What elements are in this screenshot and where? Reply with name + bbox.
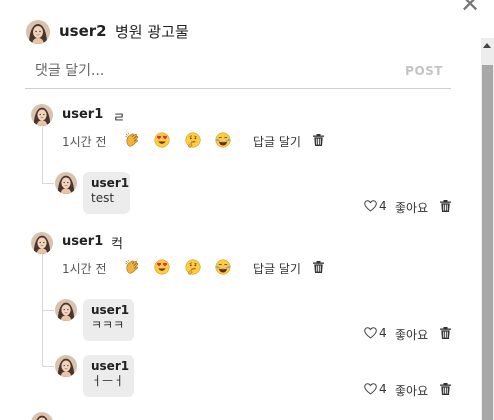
trash-icon[interactable] [313, 134, 324, 146]
comment-author[interactable]: user1 [62, 107, 103, 122]
heart-eyes-icon[interactable] [154, 259, 170, 275]
clapping-hands-icon[interactable] [124, 132, 140, 148]
reply-text: test [91, 191, 115, 205]
trash-icon[interactable] [440, 327, 451, 339]
post-button[interactable]: POST [405, 64, 443, 78]
reply-author[interactable]: user1 [91, 303, 129, 318]
trash-icon[interactable] [313, 261, 324, 273]
like-count: 4 [379, 382, 387, 396]
comment-input-bar: POST [25, 58, 451, 89]
comment-text: ㄹ [113, 111, 125, 126]
tears-of-joy-icon[interactable] [215, 259, 231, 275]
comment-input[interactable] [25, 58, 385, 84]
clapping-hands-icon[interactable] [124, 259, 140, 275]
like-count: 4 [379, 199, 387, 213]
comment-author[interactable]: user1 [62, 234, 103, 249]
comment-time: 1시간 전 [62, 262, 107, 276]
thinking-face-icon[interactable] [185, 259, 201, 275]
heart-icon[interactable] [364, 383, 377, 395]
reply-text: ㅓㅡㅓ [91, 374, 125, 388]
reply-bubble: user1 ㅓㅡㅓ [83, 355, 134, 397]
like-button[interactable]: 좋아요 [395, 326, 428, 343]
tears-of-joy-icon[interactable] [215, 132, 231, 148]
like-count: 4 [379, 326, 387, 340]
avatar[interactable] [55, 355, 77, 377]
comment-text: 컥 [111, 237, 123, 252]
post-caption: 병원 광고물 [115, 23, 189, 41]
heart-eyes-icon[interactable] [154, 132, 170, 148]
avatar[interactable] [31, 412, 53, 420]
like-button[interactable]: 좋아요 [395, 199, 428, 216]
reply-bubble: user1 ㅋㅋㅋ [83, 299, 134, 341]
avatar[interactable] [31, 232, 53, 254]
scrollbar[interactable] [481, 38, 494, 420]
scrollbar-thumb[interactable] [482, 65, 493, 420]
thread-line [42, 310, 54, 311]
post-author[interactable]: user2 [59, 22, 107, 40]
reply-text: ㅋㅋㅋ [91, 318, 125, 332]
thread-line [42, 366, 54, 367]
thread-line [42, 183, 54, 184]
close-icon[interactable]: ✕ [460, 0, 484, 16]
reply-bubble: user1 test [83, 172, 130, 214]
avatar[interactable] [55, 172, 77, 194]
reply-button[interactable]: 답글 달기 [253, 133, 301, 150]
thinking-face-icon[interactable] [185, 132, 201, 148]
heart-icon[interactable] [364, 327, 377, 339]
avatar[interactable] [26, 20, 50, 44]
scroll-up-arrow-icon[interactable] [483, 43, 491, 48]
comment-time: 1시간 전 [62, 135, 107, 149]
trash-icon[interactable] [440, 200, 451, 212]
reply-button[interactable]: 답글 달기 [253, 260, 301, 277]
trash-icon[interactable] [440, 383, 451, 395]
reply-author[interactable]: user1 [91, 176, 129, 191]
avatar[interactable] [55, 299, 77, 321]
thread-line [42, 127, 43, 184]
like-button[interactable]: 좋아요 [395, 382, 428, 399]
reply-author[interactable]: user1 [91, 359, 129, 374]
avatar[interactable] [31, 104, 53, 126]
heart-icon[interactable] [364, 200, 377, 212]
